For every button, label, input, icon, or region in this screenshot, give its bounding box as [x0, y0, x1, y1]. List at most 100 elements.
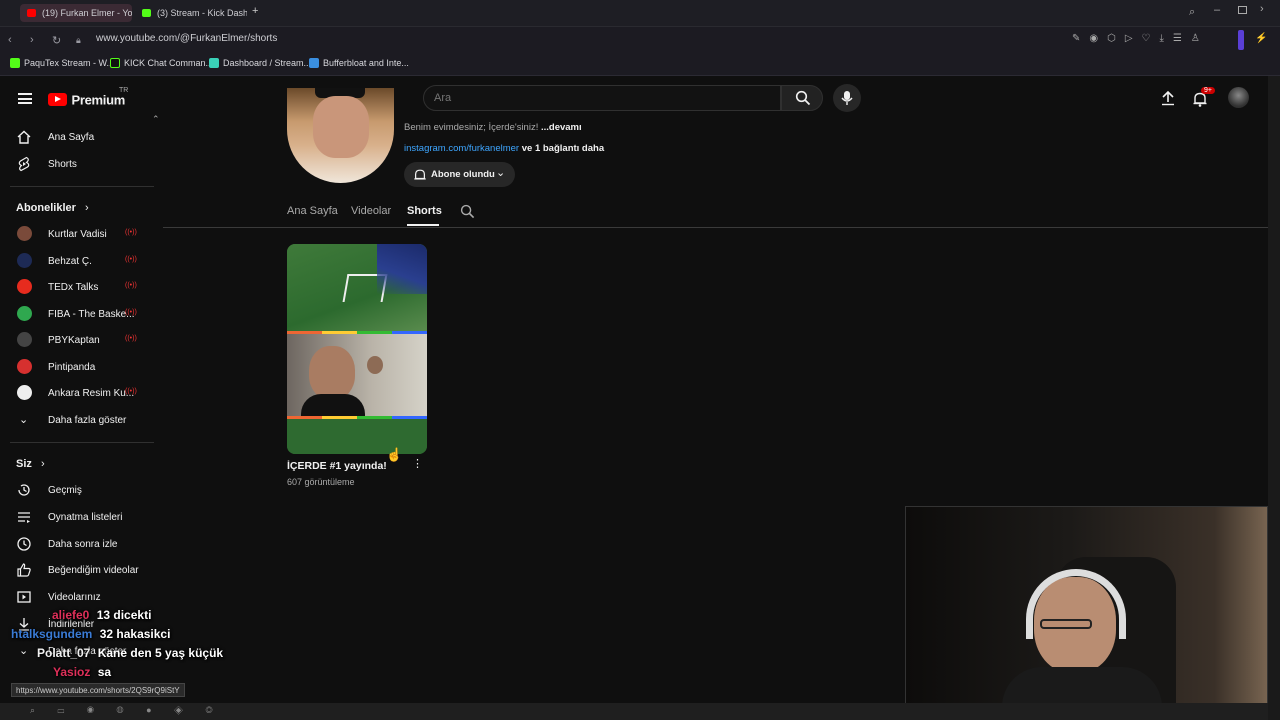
- sidebar-item-your-videos[interactable]: Videolarınız: [10, 584, 155, 610]
- os-taskbar: ⌕ ▭ ◉ ◍ ● ◈ ◎: [0, 703, 1268, 720]
- back-icon[interactable]: ‹: [8, 34, 12, 46]
- sidebar-item-playlists[interactable]: Oynatma listeleri: [10, 504, 155, 530]
- forward-icon[interactable]: ›: [30, 34, 34, 46]
- sidebar-item-subscription[interactable]: Ankara Resim Ku... ((•)): [10, 380, 155, 406]
- lock-icon: 🔒︎: [76, 35, 81, 45]
- bookmark-paqutex[interactable]: PaquTex Stream - W...: [10, 58, 114, 68]
- description-more-link[interactable]: ...devamı: [541, 122, 582, 133]
- tab-label: (19) Furkan Elmer - YouTu: [42, 8, 132, 18]
- search-input[interactable]: [434, 92, 764, 104]
- chevron-down-icon: ⌄: [19, 414, 29, 426]
- instagram-link[interactable]: instagram.com/furkanelmer: [404, 143, 519, 154]
- chat-username: aliefe0: [52, 608, 90, 622]
- browser-tab-kick[interactable]: (3) Stream - Kick Dashbo: [135, 4, 247, 22]
- sidebar-item-watch-later[interactable]: Daha sonra izle: [10, 531, 155, 557]
- you-title: Siz: [16, 458, 32, 470]
- kick-favicon-icon: [10, 58, 20, 68]
- browser-tab-youtube[interactable]: (19) Furkan Elmer - YouTu: [20, 4, 132, 22]
- sidebar-item-history[interactable]: Geçmiş: [10, 477, 155, 503]
- sidebar-item-shorts[interactable]: Shorts: [10, 151, 155, 177]
- more-links[interactable]: ve 1 bağlantı daha: [522, 143, 604, 154]
- live-indicator-icon: ((•)): [125, 388, 137, 395]
- bookmarks-bar: PaquTex Stream - W... KICK Chat Comman..…: [0, 53, 1280, 76]
- description-text: Benim evimdesiniz; İçerde'siniz!: [404, 122, 539, 133]
- you-section-header[interactable]: Siz ›: [16, 458, 45, 470]
- chat-text: Kane den 5 yaş küçük: [97, 646, 224, 660]
- channel-avatar: [17, 306, 32, 321]
- kick-favicon-icon: [110, 58, 120, 68]
- active-tab-underline: [407, 224, 439, 226]
- streamer-cam-graphic: [287, 334, 427, 418]
- sidebar-item-label: Daha sonra izle: [48, 539, 118, 550]
- sidebar-toggle-icon[interactable]: [1238, 30, 1244, 50]
- subscribed-button[interactable]: Abone olundu ⌄: [404, 162, 515, 187]
- chat-text: sa: [97, 665, 112, 679]
- chat-username: Polatt_07: [37, 646, 91, 660]
- channel-description[interactable]: Benim evimdesiniz; İçerde'siniz! ...deva…: [404, 122, 582, 133]
- notifications-button[interactable]: 9+: [1192, 87, 1215, 109]
- sidebar-item-label: Pintipanda: [48, 362, 96, 373]
- voice-search-button[interactable]: [833, 84, 861, 112]
- show-more-subscriptions[interactable]: ⌄ Daha fazla göster: [10, 407, 155, 433]
- maximize-icon[interactable]: [1238, 6, 1247, 14]
- sidebar-item-subscription[interactable]: TEDx Talks ((•)): [10, 274, 155, 300]
- search-tabs-icon[interactable]: ⌕: [1189, 6, 1195, 19]
- webcam-overlay: [905, 506, 1268, 706]
- hamburger-menu-icon[interactable]: [18, 93, 32, 104]
- sidebar-item-home[interactable]: Ana Sayfa: [10, 124, 155, 150]
- account-avatar[interactable]: [1228, 87, 1249, 108]
- subscribed-label: Abone olundu: [431, 169, 495, 180]
- tab-shorts[interactable]: Shorts: [407, 205, 442, 217]
- dashboard-favicon-icon: [209, 58, 219, 68]
- chevron-down-icon: ⌄: [19, 645, 29, 657]
- upload-icon[interactable]: [1160, 90, 1176, 106]
- youtube-favicon-icon: [27, 9, 36, 17]
- tab-home[interactable]: Ana Sayfa: [287, 205, 338, 217]
- glasses-graphic: [1040, 619, 1092, 629]
- channel-links: instagram.com/furkanelmer ve 1 bağlantı …: [404, 143, 604, 154]
- live-indicator-icon: ((•)): [125, 229, 137, 236]
- minimize-icon[interactable]: –: [1214, 4, 1220, 16]
- short-views: 607 görüntüleme: [287, 477, 355, 487]
- sidebar-item-label: Shorts: [48, 159, 77, 170]
- search-button[interactable]: [781, 85, 823, 111]
- bookmark-kick-chat[interactable]: KICK Chat Comman...: [110, 58, 213, 68]
- reload-icon[interactable]: ↻: [52, 34, 61, 47]
- new-tab-button[interactable]: +: [252, 5, 258, 17]
- search-icon[interactable]: [460, 204, 475, 219]
- chevron-down-icon: ⌄: [496, 167, 506, 179]
- extension-menu-icon[interactable]: ⚡: [1255, 33, 1267, 44]
- subscriptions-header[interactable]: Abonelikler ›: [16, 202, 89, 214]
- history-icon: [18, 484, 30, 496]
- close-window-icon[interactable]: ›: [1260, 3, 1264, 15]
- sidebar-item-subscription[interactable]: FIBA - The Baske... ((•)): [10, 301, 155, 327]
- bookmark-dashboard[interactable]: Dashboard / Stream...: [209, 58, 311, 68]
- tab-label: (3) Stream - Kick Dashbo: [157, 8, 247, 18]
- live-indicator-icon: ((•)): [125, 282, 137, 289]
- channel-avatar: [17, 226, 32, 241]
- sidebar-item-subscription[interactable]: Behzat Ç. ((•)): [10, 248, 155, 274]
- playlist-icon: [18, 512, 30, 523]
- more-options-icon[interactable]: ⋮: [412, 459, 423, 470]
- sidebar-item-label: Oynatma listeleri: [48, 512, 123, 523]
- sidebar-item-liked-videos[interactable]: Beğendiğim videolar: [10, 557, 155, 583]
- waveform-favicon-icon: [309, 58, 319, 68]
- tab-videos[interactable]: Videolar: [351, 205, 391, 217]
- sidebar-item-label: Behzat Ç.: [48, 256, 92, 267]
- tabs-divider: [163, 227, 1268, 228]
- short-title[interactable]: İÇERDE #1 yayında!: [287, 460, 387, 472]
- sidebar-item-label: Ana Sayfa: [48, 132, 95, 143]
- mouse-cursor-icon: ☝: [386, 447, 403, 462]
- youtube-logo[interactable]: Premium TR: [48, 87, 128, 109]
- search-box[interactable]: [423, 85, 781, 111]
- bookmark-label: Dashboard / Stream...: [223, 58, 312, 68]
- sidebar-item-label: Ankara Resim Ku...: [48, 388, 135, 399]
- sidebar-item-subscription[interactable]: Pintipanda: [10, 354, 155, 380]
- notification-badge: 9+: [1201, 87, 1215, 94]
- sidebar-item-subscription[interactable]: Kurtlar Vadisi ((•)): [10, 221, 155, 247]
- channel-avatar[interactable]: [287, 88, 394, 183]
- sidebar-item-subscription[interactable]: PBYKaptan ((•)): [10, 327, 155, 353]
- bookmark-bufferbloat[interactable]: Bufferbloat and Inte...: [309, 58, 409, 68]
- url-field[interactable]: www.youtube.com/@FurkanElmer/shorts: [96, 33, 277, 44]
- short-thumbnail[interactable]: [287, 244, 427, 454]
